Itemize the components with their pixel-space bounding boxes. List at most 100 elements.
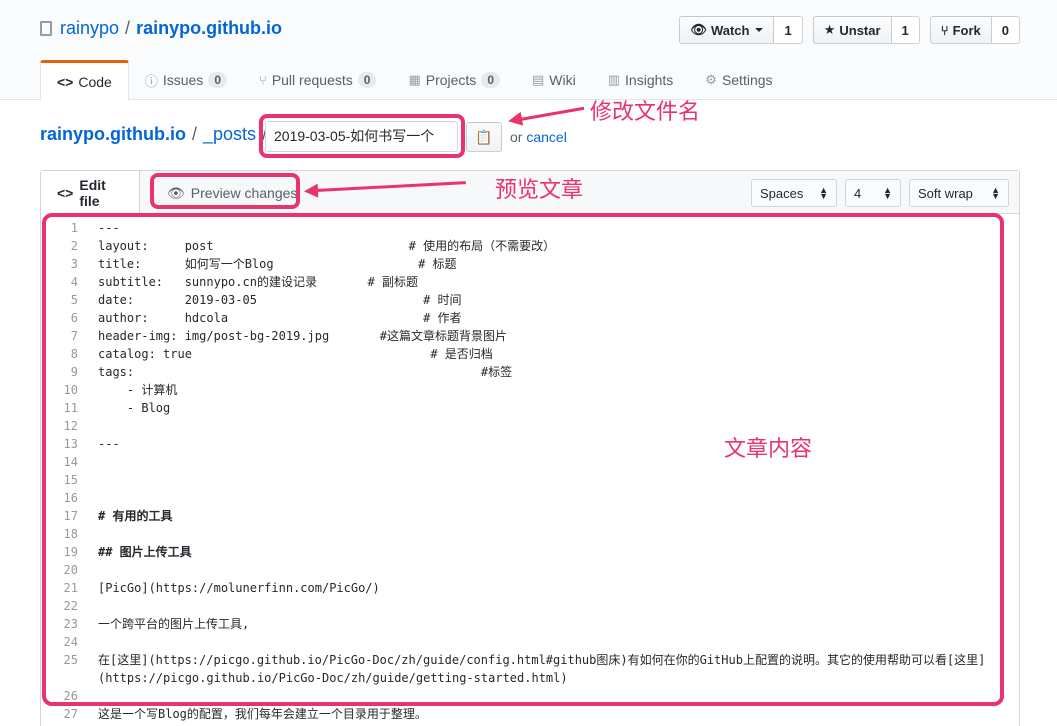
breadcrumb-root-link[interactable]: rainypo.github.io — [40, 124, 186, 145]
repo-actions: 👁 Watch 1 ★ Unstar 1 ⑂ Fork 0 — [679, 16, 1020, 44]
line-text: [PicGo](https://molunerfinn.com/PicGo/) — [98, 581, 380, 595]
fork-button[interactable]: ⑂ Fork — [929, 16, 992, 44]
project-icon: ▦ — [408, 72, 421, 87]
code-editor-area[interactable]: 1 --- 2 layout: post # 使用的布局（不需要改） 3 title: 如… — [42, 219, 1002, 723]
rename-arrow-head — [506, 111, 524, 129]
code-line[interactable]: 26 — [42, 687, 1002, 705]
line-number: 17 — [63, 509, 78, 523]
line-text: layout: post # 使用的布局（不需要改） — [98, 239, 556, 253]
code-line[interactable]: 23 一个跨平台的图片上传工具, — [42, 615, 1002, 633]
code-line[interactable]: 20 — [42, 561, 1002, 579]
code-line[interactable]: 15 — [42, 471, 1002, 489]
preview-highlight-box — [150, 173, 300, 209]
watch-label: Watch — [710, 22, 750, 38]
line-text: 这是一个写Blog的配置，我们每年会建立一个目录用于整理。 — [98, 707, 427, 721]
code-line[interactable]: 7 header-img: img/post-bg-2019.jpg #这篇文章标… — [42, 327, 1002, 345]
unstar-button[interactable]: ★ Unstar — [812, 16, 892, 44]
code-line[interactable]: 19 ## 图片上传工具 — [42, 543, 1002, 561]
fork-label: Fork — [952, 22, 981, 38]
tab-projects-label: Projects — [425, 72, 477, 88]
select-arrows-icon: ▲ ▼ — [991, 185, 1000, 201]
copy-path-button[interactable]: 📋 — [466, 122, 502, 152]
tab-projects[interactable]: ▦ Projects 0 — [392, 60, 516, 100]
code-line[interactable]: 24 — [42, 633, 1002, 651]
line-number: 24 — [63, 635, 78, 649]
repo-name-link[interactable]: rainypo.github.io — [136, 18, 282, 39]
code-line[interactable]: 8 catalog: true # 是否归档 — [42, 345, 1002, 363]
watch-group: 👁 Watch 1 — [679, 16, 803, 44]
line-number: 7 — [70, 329, 78, 343]
code-line[interactable]: 14 — [42, 453, 1002, 471]
code-line[interactable]: 25 在[这里](https://picgo.github.io/PicGo-Do… — [42, 651, 1002, 687]
code-line[interactable]: 1 --- — [42, 219, 1002, 237]
eye-icon: 👁 — [690, 22, 707, 37]
line-number: 11 — [63, 401, 78, 415]
fork-count[interactable]: 0 — [991, 16, 1020, 44]
code-line[interactable]: 11 - Blog — [42, 399, 1002, 417]
code-line[interactable]: 6 author: hdcola # 作者 — [42, 309, 1002, 327]
tab-code[interactable]: <> Code — [40, 60, 129, 101]
projects-counter: 0 — [481, 72, 500, 88]
breadcrumb-separator: / — [192, 124, 198, 144]
edit-file-tab[interactable]: <> Edit file — [41, 171, 140, 215]
breadcrumb-folder-link[interactable]: _posts — [203, 124, 256, 145]
watch-count[interactable]: 1 — [774, 16, 803, 44]
issue-icon: ⓘ — [144, 73, 158, 89]
line-number: 5 — [70, 293, 78, 307]
select-arrows-icon: ▲ ▼ — [883, 185, 892, 201]
code-line[interactable]: 5 date: 2019-03-05 # 时间 — [42, 291, 1002, 309]
code-line[interactable]: 18 — [42, 525, 1002, 543]
code-line[interactable]: 4 subtitle: sunnypo.cn的建设记录 # 副标题 — [42, 273, 1002, 291]
code-line[interactable]: 27 这是一个写Blog的配置，我们每年会建立一个目录用于整理。 — [42, 705, 1002, 723]
code-line[interactable]: 9 tags: #标签 — [42, 363, 1002, 381]
star-count[interactable]: 1 — [891, 16, 920, 44]
code-line[interactable]: 13 --- — [42, 435, 1002, 453]
filename-input[interactable]: 2019-03-05-如何书写一个 — [265, 121, 458, 152]
code-line[interactable]: 22 — [42, 597, 1002, 615]
wrap-mode-select[interactable]: Soft wrap ▲ ▼ — [909, 179, 1009, 207]
indent-mode-select[interactable]: Spaces ▲ ▼ — [751, 179, 837, 207]
fork-icon: ⑂ — [940, 22, 949, 38]
tab-settings-label: Settings — [721, 72, 773, 88]
indent-size-select[interactable]: 4 ▲ ▼ — [845, 179, 901, 207]
line-text: - Blog — [98, 401, 171, 415]
code-line[interactable]: 21 [PicGo](https://molunerfinn.com/PicGo/… — [42, 579, 1002, 597]
line-number: 22 — [63, 599, 78, 613]
tab-pull-requests-label: Pull requests — [271, 72, 353, 88]
line-text: 一个跨平台的图片上传工具, — [98, 617, 250, 631]
tab-wiki[interactable]: ▤ Wiki — [516, 60, 592, 100]
code-line[interactable]: 3 title: 如何写一个Blog # 标题 — [42, 255, 1002, 273]
tab-pull-requests[interactable]: ⑂ Pull requests 0 — [243, 60, 392, 100]
cancel-link[interactable]: cancel — [526, 129, 566, 145]
code-line[interactable]: 17 # 有用的工具 — [42, 507, 1002, 525]
repo-header: rainypo / rainypo.github.io 👁 Watch 1 ★ … — [0, 0, 1057, 101]
line-number: 14 — [63, 455, 78, 469]
tab-settings[interactable]: ⚙ Settings — [689, 60, 788, 100]
unstar-label: Unstar — [839, 22, 881, 38]
line-number: 8 — [70, 347, 78, 361]
line-text — [78, 633, 98, 651]
code-line[interactable]: 2 layout: post # 使用的布局（不需要改） — [42, 237, 1002, 255]
pull-request-icon: ⑂ — [259, 72, 267, 88]
line-number: 27 — [63, 707, 78, 721]
code-line[interactable]: 10 - 计算机 — [42, 381, 1002, 399]
watch-button[interactable]: 👁 Watch — [679, 16, 775, 44]
tab-issues[interactable]: ⓘ Issues 0 — [129, 60, 243, 100]
line-number: 20 — [63, 563, 78, 577]
code-line[interactable]: 12 — [42, 417, 1002, 435]
line-number: 10 — [63, 383, 78, 397]
line-text: 在[这里](https://picgo.github.io/PicGo-Doc/… — [98, 653, 986, 685]
tab-wiki-label: Wiki — [549, 72, 576, 88]
content-annotation: 文章内容 — [724, 437, 813, 462]
tab-issues-label: Issues — [162, 72, 204, 88]
repo-book-icon — [40, 21, 52, 36]
repo-owner-link[interactable]: rainypo — [60, 18, 119, 39]
chevron-down-icon — [755, 28, 764, 32]
code-line[interactable]: 16 — [42, 489, 1002, 507]
code-icon: <> — [57, 73, 74, 90]
line-text: subtitle: sunnypo.cn的建设记录 # 副标题 — [98, 275, 418, 289]
book-icon: ▤ — [532, 72, 545, 87]
preview-annotation: 预览文章 — [495, 178, 584, 203]
editor-options: Spaces ▲ ▼ 4 ▲ ▼ Soft wrap ▲ ▼ — [751, 179, 1009, 207]
line-number: 2 — [70, 239, 78, 253]
